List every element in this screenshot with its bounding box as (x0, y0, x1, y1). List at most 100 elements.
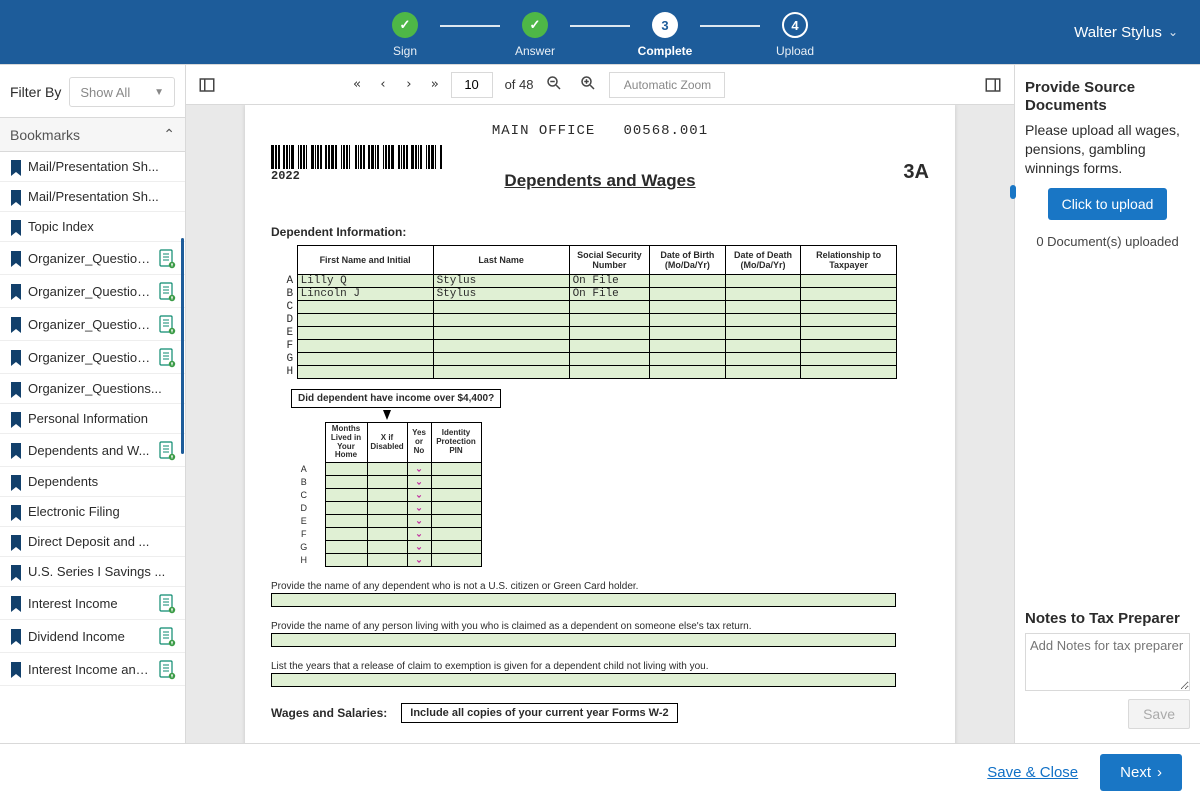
cell-ssn[interactable] (569, 366, 650, 379)
bookmark-item[interactable]: Organizer_Question... (0, 341, 185, 374)
cell-yesno[interactable]: ⌄ (407, 554, 431, 567)
cell-pin[interactable] (431, 463, 481, 476)
bookmark-item[interactable]: Mail/Presentation Sh... (0, 152, 185, 182)
cell-ssn[interactable] (569, 314, 650, 327)
zoom-mode-select[interactable]: Automatic Zoom (609, 72, 725, 98)
cell-rel[interactable] (801, 353, 897, 366)
cell-dob[interactable] (650, 327, 726, 340)
bookmark-item[interactable]: Organizer_Question... (0, 308, 185, 341)
cell-yesno[interactable]: ⌄ (407, 515, 431, 528)
cell-dob[interactable] (650, 353, 726, 366)
prev-page-button[interactable]: ‹ (379, 77, 387, 92)
cell-months[interactable] (325, 528, 367, 541)
zoom-in-button[interactable] (579, 74, 597, 95)
cell-dob[interactable] (650, 288, 726, 301)
cell-yesno[interactable]: ⌄ (407, 463, 431, 476)
toggle-sidebar-button[interactable] (196, 76, 218, 94)
cell-first[interactable]: Lilly Q (297, 275, 433, 288)
bookmark-item[interactable]: Organizer_Question... (0, 242, 185, 275)
cell-yesno[interactable]: ⌄ (407, 502, 431, 515)
bookmark-item[interactable]: Dependents (0, 467, 185, 497)
cell-disabled[interactable] (367, 502, 407, 515)
cell-last[interactable] (433, 314, 569, 327)
bookmark-item[interactable]: Electronic Filing (0, 497, 185, 527)
cell-disabled[interactable] (367, 476, 407, 489)
cell-months[interactable] (325, 515, 367, 528)
cell-rel[interactable] (801, 314, 897, 327)
cell-dob[interactable] (650, 366, 726, 379)
last-page-button[interactable]: » (431, 77, 439, 92)
cell-dod[interactable] (725, 275, 801, 288)
cell-ssn[interactable] (569, 340, 650, 353)
bookmark-item[interactable]: Dependents and W... (0, 434, 185, 467)
cell-dob[interactable] (650, 275, 726, 288)
cell-last[interactable]: Stylus (433, 288, 569, 301)
cell-last[interactable] (433, 301, 569, 314)
bookmark-item[interactable]: Interest Income (0, 587, 185, 620)
bookmark-item[interactable]: Personal Information (0, 404, 185, 434)
cell-dod[interactable] (725, 301, 801, 314)
cell-first[interactable] (297, 353, 433, 366)
cell-last[interactable] (433, 366, 569, 379)
cell-dob[interactable] (650, 301, 726, 314)
upload-button[interactable]: Click to upload (1048, 188, 1168, 220)
cell-pin[interactable] (431, 554, 481, 567)
cell-months[interactable] (325, 463, 367, 476)
step-upload[interactable]: 4 Upload (760, 12, 830, 58)
cell-yesno[interactable]: ⌄ (407, 476, 431, 489)
cell-disabled[interactable] (367, 554, 407, 567)
cell-last[interactable] (433, 327, 569, 340)
cell-pin[interactable] (431, 476, 481, 489)
question-3-input[interactable] (271, 673, 896, 687)
cell-first[interactable] (297, 340, 433, 353)
cell-pin[interactable] (431, 515, 481, 528)
cell-yesno[interactable]: ⌄ (407, 541, 431, 554)
cell-dob[interactable] (650, 340, 726, 353)
save-close-link[interactable]: Save & Close (987, 764, 1078, 781)
toggle-right-panel-button[interactable] (982, 76, 1004, 94)
step-answer[interactable]: ✓ Answer (500, 12, 570, 58)
step-complete[interactable]: 3 Complete (630, 12, 700, 58)
cell-pin[interactable] (431, 541, 481, 554)
cell-dob[interactable] (650, 314, 726, 327)
cell-months[interactable] (325, 541, 367, 554)
cell-yesno[interactable]: ⌄ (407, 528, 431, 541)
cell-dod[interactable] (725, 327, 801, 340)
cell-last[interactable] (433, 340, 569, 353)
filter-select[interactable]: Show All ▼ (69, 77, 175, 107)
cell-pin[interactable] (431, 528, 481, 541)
cell-rel[interactable] (801, 288, 897, 301)
bookmark-item[interactable]: Mail/Presentation Sh... (0, 182, 185, 212)
cell-disabled[interactable] (367, 463, 407, 476)
cell-dod[interactable] (725, 340, 801, 353)
viewer-scroll-area[interactable]: MAIN OFFICE 00568.001 2022 Dependents an… (186, 105, 1014, 743)
cell-disabled[interactable] (367, 541, 407, 554)
bookmarks-header[interactable]: Bookmarks ⌃ (0, 117, 185, 152)
cell-dod[interactable] (725, 353, 801, 366)
cell-rel[interactable] (801, 275, 897, 288)
bookmark-item[interactable]: U.S. Series I Savings ... (0, 557, 185, 587)
cell-rel[interactable] (801, 327, 897, 340)
first-page-button[interactable]: « (353, 77, 361, 92)
cell-disabled[interactable] (367, 515, 407, 528)
cell-pin[interactable] (431, 502, 481, 515)
cell-months[interactable] (325, 476, 367, 489)
notes-textarea[interactable] (1025, 633, 1190, 691)
cell-dod[interactable] (725, 314, 801, 327)
cell-rel[interactable] (801, 366, 897, 379)
cell-first[interactable] (297, 314, 433, 327)
cell-months[interactable] (325, 489, 367, 502)
bookmark-item[interactable]: Organizer_Question... (0, 275, 185, 308)
question-1-input[interactable] (271, 593, 896, 607)
bookmarks-list[interactable]: Mail/Presentation Sh...Mail/Presentation… (0, 152, 185, 743)
cell-months[interactable] (325, 554, 367, 567)
page-number-input[interactable] (451, 72, 493, 98)
bookmark-item[interactable]: Dividend Income (0, 620, 185, 653)
cell-first[interactable] (297, 301, 433, 314)
cell-rel[interactable] (801, 340, 897, 353)
cell-rel[interactable] (801, 301, 897, 314)
bookmark-item[interactable]: Topic Index (0, 212, 185, 242)
cell-ssn[interactable]: On File (569, 288, 650, 301)
user-menu[interactable]: Walter Stylus ⌄ (1074, 0, 1178, 64)
cell-dod[interactable] (725, 288, 801, 301)
